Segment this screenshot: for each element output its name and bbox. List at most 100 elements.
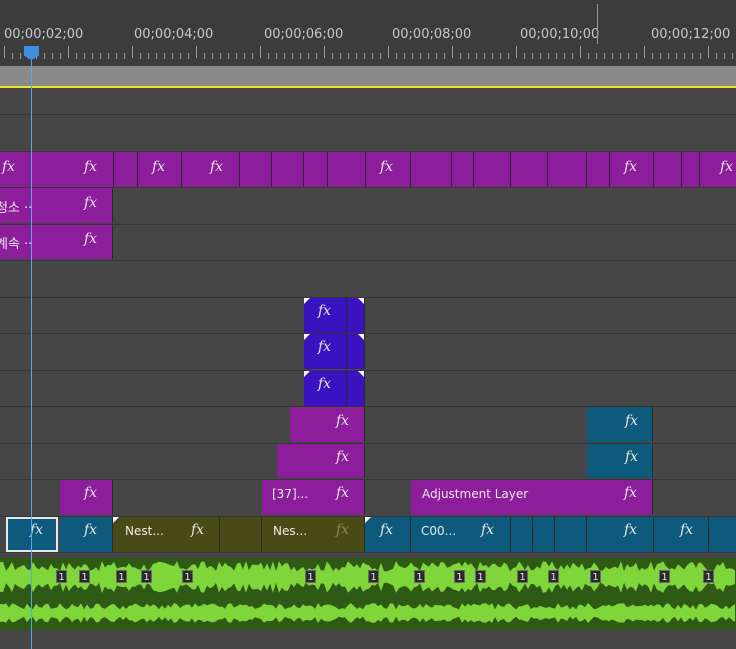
nested-sequence-clip[interactable]: [37]... fx bbox=[262, 480, 365, 515]
clip-end-marker-icon bbox=[358, 298, 364, 304]
ruler-tick bbox=[364, 53, 365, 59]
ruler-tick bbox=[716, 53, 717, 59]
timeline-clip[interactable] bbox=[587, 152, 610, 187]
clip-end-marker-icon bbox=[358, 371, 364, 377]
timeline-clip[interactable] bbox=[411, 152, 452, 187]
audio-clip-marker: 1 bbox=[368, 570, 379, 583]
timecode-label: 00;00;08;00 bbox=[392, 27, 472, 42]
timeline-clip[interactable]: fx bbox=[60, 480, 113, 515]
timeline-clip[interactable]: fx fx bbox=[0, 152, 114, 187]
timeline-clip[interactable] bbox=[555, 517, 587, 552]
timeline-clip[interactable]: fx bbox=[700, 152, 736, 187]
ruler-tick bbox=[412, 53, 413, 59]
track-separator bbox=[0, 297, 736, 298]
clip-name: 계속 bbox=[0, 237, 20, 252]
fx-badge-icon: fx bbox=[84, 522, 98, 538]
ruler-tick bbox=[228, 53, 229, 59]
ruler-tick bbox=[500, 53, 501, 59]
timeline-clip[interactable] bbox=[220, 517, 262, 552]
timeline-clip[interactable] bbox=[474, 152, 511, 187]
audio-clip-marker: 1 bbox=[182, 570, 193, 583]
timeline-clip[interactable]: fx bbox=[587, 517, 654, 552]
track-separator bbox=[0, 370, 736, 371]
ruler-tick bbox=[164, 53, 165, 59]
timeline-clip[interactable] bbox=[328, 152, 366, 187]
ruler-tick bbox=[516, 46, 517, 58]
title-clip[interactable]: 계속 .. fx bbox=[0, 225, 113, 259]
timeline-clip[interactable] bbox=[533, 517, 555, 552]
selected-clip[interactable]: fx bbox=[6, 517, 58, 552]
timeline-clip[interactable]: fx bbox=[290, 407, 365, 442]
timeline-clip[interactable] bbox=[709, 517, 736, 552]
ruler-tick bbox=[660, 53, 661, 59]
timeline-clip[interactable]: fx bbox=[587, 444, 653, 478]
timeline-clip[interactable]: fx bbox=[365, 517, 411, 552]
ruler-tick bbox=[420, 53, 421, 59]
timeline-clip[interactable]: fx bbox=[304, 371, 347, 406]
timeline-clip[interactable] bbox=[654, 152, 682, 187]
clip-start-marker-icon bbox=[304, 334, 310, 340]
timeline-clip[interactable] bbox=[347, 298, 365, 333]
fx-badge-icon: fx bbox=[152, 159, 166, 175]
ruler-tick bbox=[524, 53, 525, 59]
ruler-tick bbox=[676, 53, 677, 59]
timeline-clip[interactable]: fx bbox=[60, 517, 113, 552]
timeline-clip[interactable] bbox=[114, 152, 138, 187]
fx-badge-icon: fx bbox=[318, 303, 332, 319]
timeline-clip[interactable] bbox=[272, 152, 304, 187]
timeline-clip[interactable]: fx bbox=[277, 444, 365, 478]
time-ruler[interactable]: 00;00;02;00 00;00;04;00 00;00;06;00 00;0… bbox=[0, 0, 736, 66]
timeline-clip[interactable]: fx bbox=[182, 152, 240, 187]
ruler-tick bbox=[124, 53, 125, 59]
audio-clip-marker: 1 bbox=[590, 570, 601, 583]
fx-badge-icon: fx bbox=[336, 449, 350, 465]
timeline-clip[interactable]: fx bbox=[304, 298, 347, 333]
ruler-tick bbox=[220, 53, 221, 59]
fx-badge-icon: fx bbox=[481, 522, 495, 538]
timeline-clip[interactable] bbox=[452, 152, 474, 187]
audio-clip-marker: 1 bbox=[703, 570, 714, 583]
fx-badge-icon: fx bbox=[2, 159, 16, 175]
ruler-tick bbox=[340, 53, 341, 59]
timeline-clip[interactable] bbox=[511, 152, 548, 187]
ruler-tick bbox=[372, 53, 373, 59]
ruler-tick bbox=[76, 53, 77, 59]
audio-waveform bbox=[0, 603, 735, 623]
timeline-clip[interactable] bbox=[240, 152, 272, 187]
ruler-tick bbox=[236, 53, 237, 59]
timeline-clip[interactable] bbox=[511, 517, 533, 552]
timeline-clip[interactable]: fx bbox=[304, 334, 347, 369]
audio-clip-marker: 1 bbox=[56, 570, 67, 583]
audio-clip-track-a2[interactable] bbox=[0, 596, 736, 630]
adjustment-layer-clip[interactable]: Adjustment Layer fx bbox=[411, 480, 653, 515]
audio-clip-marker: 1 bbox=[454, 570, 465, 583]
timeline-clip[interactable]: fx bbox=[138, 152, 182, 187]
ruler-tick bbox=[12, 53, 13, 59]
timeline-clip[interactable] bbox=[682, 152, 700, 187]
timeline-clip[interactable]: fx bbox=[587, 407, 653, 442]
timeline-clip[interactable]: fx bbox=[654, 517, 709, 552]
ruler-tick bbox=[52, 53, 53, 59]
timeline-clip[interactable] bbox=[347, 334, 365, 369]
timeline-clip[interactable] bbox=[548, 152, 587, 187]
work-area-bar[interactable] bbox=[0, 66, 736, 86]
clip-name: [37]... bbox=[272, 487, 309, 501]
clip-start-marker-icon bbox=[113, 517, 119, 523]
ruler-tick bbox=[604, 53, 605, 59]
timeline-clip[interactable]: C00... fx bbox=[411, 517, 511, 552]
ruler-tick bbox=[724, 53, 725, 59]
ruler-tick bbox=[140, 53, 141, 59]
timeline-clip[interactable] bbox=[304, 152, 328, 187]
clip-start-marker-icon bbox=[365, 517, 371, 523]
ruler-tick bbox=[380, 53, 381, 59]
fx-badge-icon: fx bbox=[625, 449, 639, 465]
timeline-clip[interactable] bbox=[347, 371, 365, 406]
title-clip[interactable]: 청소 .. fx bbox=[0, 188, 113, 223]
nested-sequence-clip[interactable]: Nes... fx bbox=[262, 517, 365, 552]
clip-name: C00... bbox=[421, 524, 457, 538]
ruler-tick bbox=[212, 53, 213, 59]
playhead-line[interactable] bbox=[31, 58, 32, 649]
timeline-clip[interactable]: fx bbox=[610, 152, 654, 187]
nested-sequence-clip[interactable]: Nest... fx bbox=[113, 517, 220, 552]
timeline-clip[interactable]: fx bbox=[366, 152, 411, 187]
